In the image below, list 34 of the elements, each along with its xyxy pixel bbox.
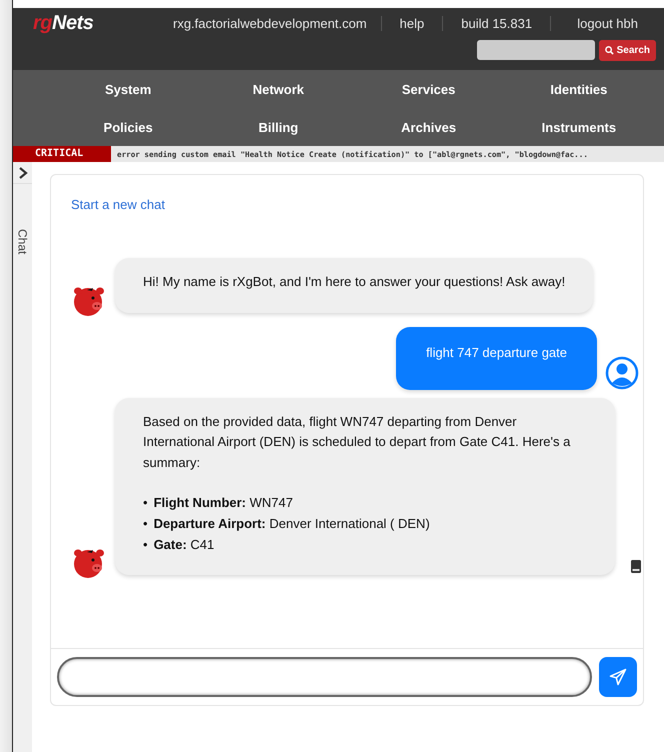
nav-item[interactable]: Identities <box>504 70 654 108</box>
search-button[interactable]: Search <box>598 40 656 61</box>
nav-item[interactable]: Policies <box>53 108 204 146</box>
bullet: • <box>143 494 148 512</box>
nav-item[interactable]: Archives <box>354 108 504 146</box>
header-link[interactable]: logout hbh <box>559 16 656 30</box>
summary-item: Departure Airport: Denver International ( DEN) <box>154 514 430 533</box>
summary-item: Gate: C41 <box>154 536 214 554</box>
send-icon <box>608 667 628 687</box>
nav-item[interactable]: Network <box>203 70 354 108</box>
message-text: Based on the provided data, flight WN747 departing from Denver International Airport (DEN) is scheduled to depart from Gate C41. Here's a summary: <box>143 412 572 472</box>
bullet: • <box>143 514 148 533</box>
header-link[interactable]: help <box>382 16 444 30</box>
bullet: • <box>143 536 148 554</box>
host-name: rxg.factorialwebdevelopment.com <box>173 16 382 30</box>
summary-item: Flight Number: WN747 <box>154 494 293 512</box>
chat-tab[interactable]: Chat <box>16 229 30 254</box>
search-icon <box>604 46 614 55</box>
user-avatar-icon <box>605 356 639 390</box>
chevron-icon <box>18 166 28 178</box>
header-link[interactable]: build 15.831 <box>443 16 552 30</box>
message-input[interactable] <box>57 657 592 697</box>
new-chat-link[interactable]: Start a new chat <box>71 197 643 212</box>
logo[interactable]: rgNets <box>33 12 173 34</box>
user-message: flight 747 departure gate <box>396 326 597 390</box>
nav-item[interactable]: Billing <box>203 108 354 146</box>
nav-item[interactable]: Instruments <box>504 108 654 146</box>
search-field[interactable] <box>476 40 595 60</box>
send-button[interactable] <box>599 657 637 697</box>
nav-item[interactable]: Services <box>354 70 504 108</box>
nav-item[interactable]: System <box>53 70 204 108</box>
book-icon[interactable] <box>631 560 641 573</box>
alert-level: CRITICAL <box>13 146 111 162</box>
bot-message: Hi! My name is rXgBot, and I'm here to answer your questions! Ask away! <box>115 258 594 313</box>
